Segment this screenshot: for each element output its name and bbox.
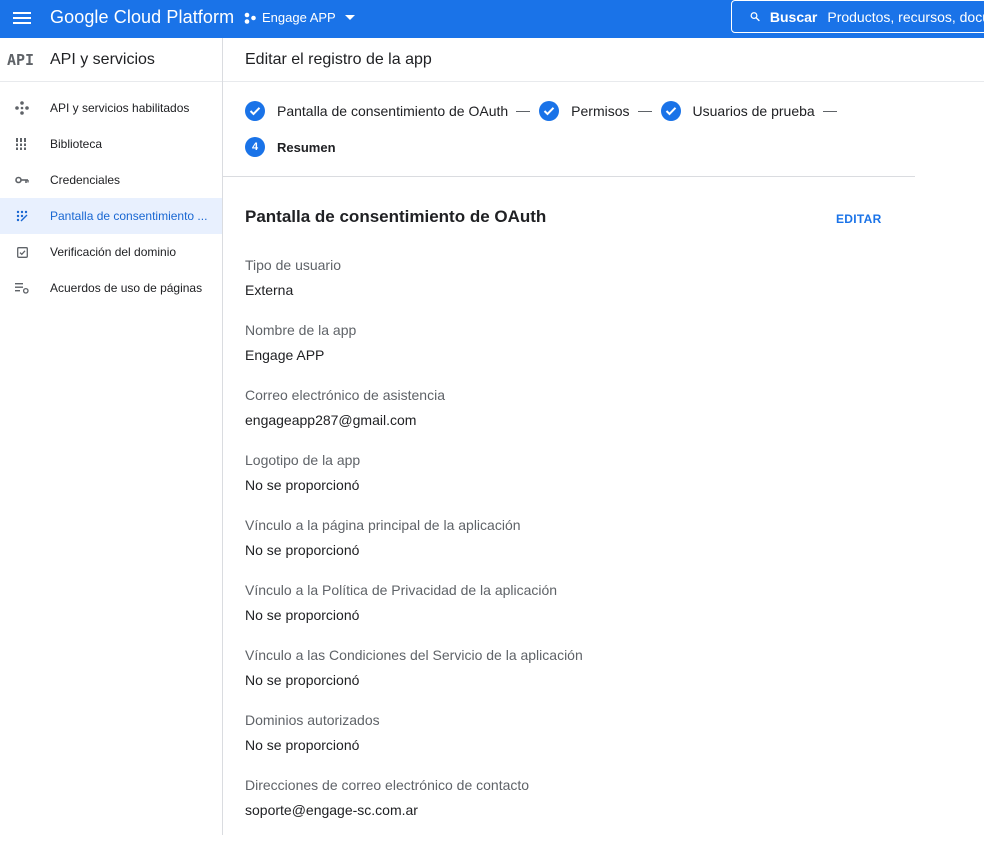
- stepper: Pantalla de consentimiento de OAuth Perm…: [245, 98, 895, 160]
- field-value: No se proporcionó: [245, 542, 360, 558]
- field-value: No se proporcionó: [245, 607, 360, 623]
- sidebar-title: API y servicios: [50, 50, 155, 68]
- api-logo: API: [7, 50, 35, 69]
- field-support-email: Correo electrónico de asistencia engagea…: [245, 387, 895, 452]
- sidebar-item-label: Verificación del dominio: [50, 245, 177, 259]
- step-summary[interactable]: 4 Resumen: [245, 137, 336, 157]
- field-contact-emails: Direcciones de correo electrónico de con…: [245, 777, 895, 842]
- field-value: engageapp287@gmail.com: [245, 412, 417, 428]
- api-diamond-icon: [15, 101, 29, 115]
- check-circle-icon: [539, 101, 560, 121]
- field-label: Nombre de la app: [245, 322, 357, 338]
- top-app-bar: Google Cloud Platform Engage APP Buscar …: [0, 0, 984, 38]
- field-authorized-domains: Dominios autorizados No se proporcionó: [245, 712, 895, 777]
- sidebar-item-label: Credenciales: [50, 173, 121, 187]
- sidebar-item-label: Biblioteca: [50, 137, 103, 151]
- step-test-users[interactable]: Usuarios de prueba: [660, 101, 815, 121]
- sidebar-item-api-services-enabled[interactable]: API y servicios habilitados: [0, 90, 222, 126]
- search-input[interactable]: Productos, recursos, docu: [827, 9, 984, 25]
- step-label: Permisos: [571, 103, 630, 119]
- field-label: Vínculo a la Política de Privacidad de l…: [245, 582, 558, 598]
- project-selector[interactable]: Engage APP: [243, 10, 355, 25]
- field-label: Vínculo a la página principal de la apli…: [245, 517, 521, 533]
- sidebar-item-consent-screen[interactable]: Pantalla de consentimiento ...: [0, 198, 222, 234]
- step-connector: [637, 110, 652, 112]
- project-dots-icon: [244, 12, 256, 24]
- sidebar-item-credentials[interactable]: Credenciales: [0, 162, 222, 198]
- library-icon: [15, 137, 29, 151]
- sidebar-item-domain-verification[interactable]: Verificación del dominio: [0, 234, 222, 270]
- brand-title[interactable]: Google Cloud Platform: [50, 7, 234, 28]
- field-terms-of-service-link: Vínculo a las Condiciones del Servicio d…: [245, 647, 895, 712]
- field-label: Logotipo de la app: [245, 452, 361, 468]
- sidebar-header: API API y servicios: [0, 38, 222, 82]
- stepper-row: Pantalla de consentimiento de OAuth Perm…: [245, 98, 895, 124]
- field-app-name: Nombre de la app Engage APP: [245, 322, 895, 387]
- field-label: Correo electrónico de asistencia: [245, 387, 445, 403]
- sidebar-item-label: Pantalla de consentimiento ...: [50, 209, 208, 223]
- step-label: Resumen: [277, 139, 336, 155]
- search-icon: [750, 12, 760, 22]
- sidebar-nav: API y servicios habilitados Biblioteca C…: [0, 82, 222, 306]
- field-value: soporte@engage-sc.com.ar: [245, 802, 418, 818]
- search-label: Buscar: [769, 8, 818, 25]
- step-connector: [822, 110, 837, 112]
- divider: [223, 176, 915, 177]
- key-icon: [15, 173, 29, 187]
- step-permissions[interactable]: Permisos: [539, 101, 630, 121]
- step-oauth-consent[interactable]: Pantalla de consentimiento de OAuth: [245, 101, 508, 121]
- field-value: Externa: [245, 282, 294, 298]
- step-label: Usuarios de prueba: [692, 103, 815, 119]
- page-title: Editar el registro de la app: [245, 51, 432, 68]
- field-value: No se proporcionó: [245, 477, 360, 493]
- field-value: No se proporcionó: [245, 737, 360, 753]
- sidebar: API API y servicios API y servicios habi…: [0, 38, 223, 835]
- list-settings-icon: [15, 281, 29, 295]
- summary-fields: Tipo de usuario Externa Nombre de la app…: [245, 257, 895, 842]
- field-privacy-policy-link: Vínculo a la Política de Privacidad de l…: [245, 582, 895, 647]
- check-circle-icon: [245, 101, 265, 121]
- field-homepage-link: Vínculo a la página principal de la apli…: [245, 517, 895, 582]
- field-value: Engage APP: [245, 347, 325, 363]
- field-label: Vínculo a las Condiciones del Servicio d…: [245, 647, 583, 663]
- chevron-down-icon: [344, 15, 355, 20]
- field-label: Dominios autorizados: [245, 712, 380, 728]
- step-connector: [516, 110, 531, 112]
- consent-dots-icon: [15, 209, 29, 223]
- check-circle-icon: [660, 101, 681, 121]
- sidebar-item-label: API y servicios habilitados: [50, 101, 190, 115]
- section-title: Pantalla de consentimiento de OAuth: [245, 207, 547, 226]
- sidebar-item-library[interactable]: Biblioteca: [0, 126, 222, 162]
- sidebar-item-label: Acuerdos de uso de páginas: [50, 281, 203, 295]
- field-app-logo: Logotipo de la app No se proporcionó: [245, 452, 895, 517]
- sidebar-item-page-usage-agreements[interactable]: Acuerdos de uso de páginas: [0, 270, 222, 306]
- project-name: Engage APP: [262, 10, 336, 25]
- hamburger-menu-icon[interactable]: [12, 9, 32, 29]
- edit-button[interactable]: EDITAR: [836, 212, 882, 226]
- step-label: Pantalla de consentimiento de OAuth: [277, 103, 509, 119]
- field-user-type: Tipo de usuario Externa: [245, 257, 895, 322]
- step-number-badge: 4: [245, 137, 265, 157]
- stepper-row: 4 Resumen: [245, 134, 895, 160]
- field-label: Direcciones de correo electrónico de con…: [245, 777, 530, 793]
- search-bar[interactable]: Buscar Productos, recursos, docu: [731, 0, 984, 33]
- checkbox-icon: [15, 245, 29, 259]
- field-label: Tipo de usuario: [245, 257, 341, 273]
- page-header: Editar el registro de la app: [223, 38, 984, 82]
- field-value: No se proporcionó: [245, 672, 360, 688]
